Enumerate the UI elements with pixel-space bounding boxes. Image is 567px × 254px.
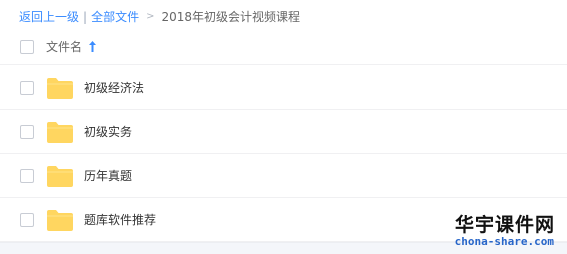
arrow-up-icon[interactable] — [88, 40, 97, 53]
row-checkbox[interactable] — [20, 169, 34, 183]
file-name[interactable]: 题库软件推荐 — [84, 212, 156, 228]
file-name[interactable]: 初级经济法 — [84, 80, 144, 96]
current-folder: 2018年初级会计视频课程 — [161, 10, 301, 24]
row-checkbox[interactable] — [20, 213, 34, 227]
row-checkbox[interactable] — [20, 125, 34, 139]
row-checkbox[interactable] — [20, 81, 34, 95]
breadcrumb-separator: | — [83, 10, 88, 24]
file-name[interactable]: 历年真题 — [84, 168, 132, 184]
file-row[interactable]: 初级经济法 — [0, 66, 567, 110]
file-row[interactable]: 历年真题 — [0, 154, 567, 198]
filename-column-header[interactable]: 文件名 — [46, 39, 82, 55]
file-name[interactable]: 初级实务 — [84, 124, 132, 140]
breadcrumb-arrow: > — [146, 11, 155, 22]
folder-icon — [47, 166, 73, 187]
watermark-title: 华宇课件网 — [454, 214, 555, 236]
file-browser: 返回上一级 | 全部文件 > 2018年初级会计视频课程 文件名 初级经济法 初… — [0, 0, 567, 254]
watermark-url: chona-share.com — [454, 235, 554, 248]
breadcrumb: 返回上一级 | 全部文件 > 2018年初级会计视频课程 — [19, 9, 300, 25]
select-all-checkbox[interactable] — [20, 40, 34, 54]
file-row[interactable]: 初级实务 — [0, 110, 567, 154]
folder-icon — [47, 210, 73, 231]
folder-icon — [47, 122, 73, 143]
list-header: 文件名 — [0, 30, 567, 65]
all-files-link[interactable]: 全部文件 — [91, 9, 139, 25]
back-link[interactable]: 返回上一级 — [19, 9, 79, 25]
folder-icon — [47, 78, 73, 99]
